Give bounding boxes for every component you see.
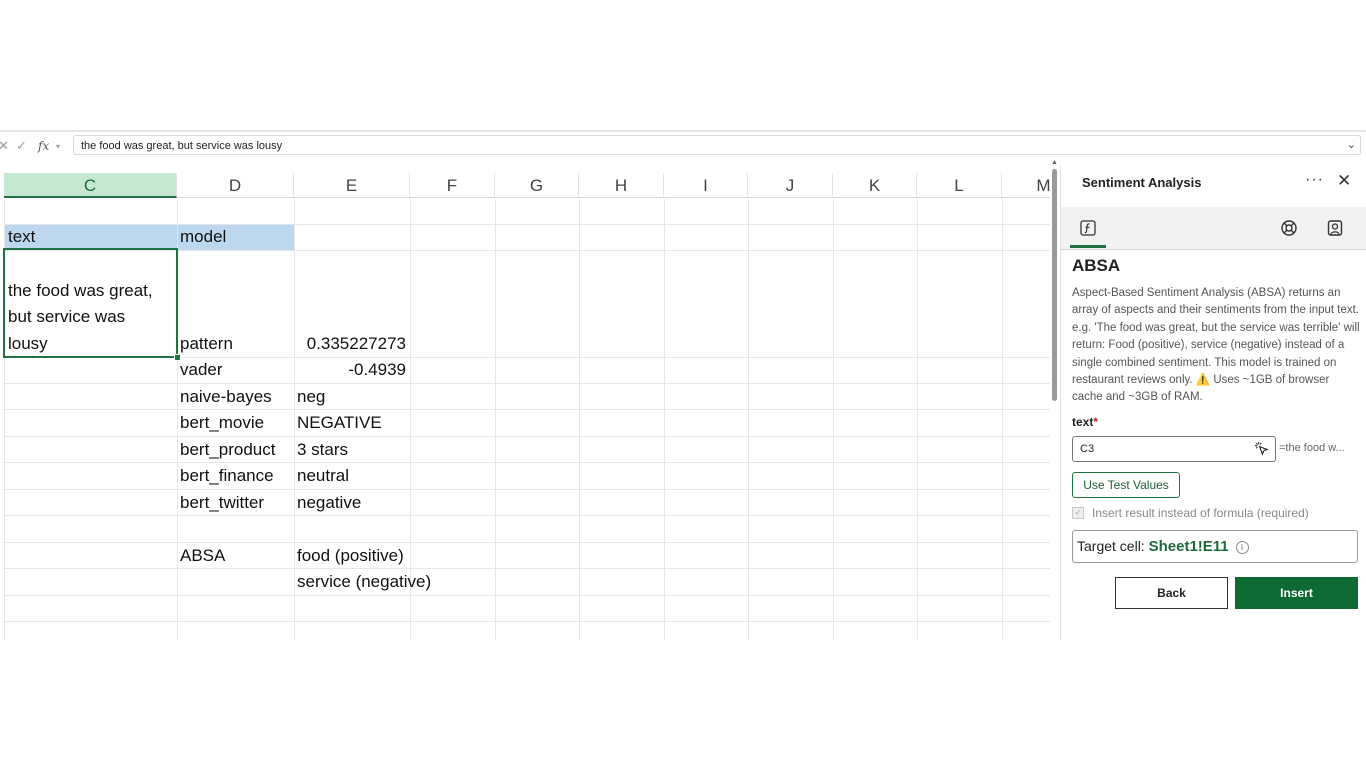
insert-result-label: Insert result instead of formula (requir… <box>1092 506 1309 520</box>
description-text: Aspect-Based Sentiment Analysis (ABSA) r… <box>1072 287 1360 387</box>
formula-input[interactable]: the food was great, but service was lous… <box>73 135 1361 155</box>
column-header-f[interactable]: F <box>410 173 495 198</box>
active-tab-indicator <box>1070 245 1106 248</box>
required-marker: * <box>1093 415 1099 429</box>
target-cell-box: Target cell: Sheet1!E11 i <box>1072 530 1358 563</box>
text-field-label: text* <box>1072 415 1098 429</box>
cancel-icon[interactable]: ✕ <box>0 138 12 154</box>
column-header-m[interactable]: M <box>1002 173 1050 198</box>
text-range-value: C3 <box>1080 443 1095 455</box>
column-header-g[interactable]: G <box>495 173 579 198</box>
row-line <box>4 568 1050 569</box>
column-line <box>833 199 834 640</box>
close-icon[interactable]: ✕ <box>1337 171 1351 191</box>
more-options-icon[interactable]: ··· <box>1305 171 1324 189</box>
cell-e9[interactable]: negative <box>297 493 361 513</box>
row-line <box>4 436 1050 437</box>
back-button[interactable]: Back <box>1115 577 1228 609</box>
row-line <box>4 409 1050 410</box>
column-header-e[interactable]: E <box>294 173 410 198</box>
account-icon[interactable] <box>1326 219 1344 237</box>
cell-e4[interactable]: -0.4939 <box>294 360 406 380</box>
panel-title: Sentiment Analysis <box>1082 175 1202 190</box>
cell-d3[interactable]: pattern <box>180 334 233 354</box>
column-header-k[interactable]: K <box>833 173 917 198</box>
target-cell-value[interactable]: Sheet1!E11 <box>1149 538 1229 555</box>
panel-tabs <box>1061 207 1366 250</box>
column-headers: C D E F G H I J K L M <box>0 173 1050 199</box>
cell-e6[interactable]: NEGATIVE <box>297 413 382 433</box>
cell-e7[interactable]: 3 stars <box>297 440 348 460</box>
model-description: Aspect-Based Sentiment Analysis (ABSA) r… <box>1072 285 1360 407</box>
text-label: text <box>1072 415 1094 429</box>
row-line <box>4 621 1050 622</box>
column-line <box>917 199 918 640</box>
vertical-scrollbar[interactable]: ▲ <box>1051 159 1058 640</box>
row-line <box>4 383 1050 384</box>
row-line <box>4 515 1050 516</box>
cell-e8[interactable]: neutral <box>297 466 349 486</box>
cell-e12[interactable]: service (negative) <box>297 572 431 592</box>
column-header-l[interactable]: L <box>917 173 1002 198</box>
chevron-down-icon[interactable]: ▾ <box>56 142 60 151</box>
row-line <box>4 595 1050 596</box>
spreadsheet-grid[interactable]: C D E F G H I J K L M text model the foo… <box>0 173 1050 640</box>
insert-result-checkbox[interactable]: ✓ <box>1072 507 1084 519</box>
enter-icon[interactable]: ✓ <box>16 138 36 154</box>
help-lifebuoy-icon[interactable] <box>1280 219 1298 237</box>
cell-picker-icon[interactable] <box>1254 441 1269 456</box>
cell-e11[interactable]: food (positive) <box>297 546 404 566</box>
cell-e3[interactable]: 0.335227273 <box>294 334 406 354</box>
cell-d6[interactable]: bert_movie <box>180 413 264 433</box>
row-line <box>4 542 1050 543</box>
target-cell-label: Target cell: <box>1077 538 1145 554</box>
tab-functions-icon[interactable] <box>1079 219 1097 237</box>
column-header-d[interactable]: D <box>177 173 294 198</box>
column-header-c[interactable]: C <box>4 173 177 198</box>
column-line <box>579 199 580 640</box>
active-cell-c3[interactable] <box>3 248 178 358</box>
row-line <box>4 489 1050 490</box>
column-header-i[interactable]: I <box>664 173 748 198</box>
formula-bar: ✕ ✓ fx ▾ the food was great, but service… <box>0 135 1362 157</box>
sentiment-analysis-panel: Sentiment Analysis ··· ✕ ABSA Aspect-Bas… <box>1060 165 1366 640</box>
info-icon[interactable]: i <box>1235 540 1249 554</box>
column-line <box>1002 199 1003 640</box>
cell-d11[interactable]: ABSA <box>180 546 225 566</box>
header-row-fill <box>4 224 294 250</box>
column-line <box>748 199 749 640</box>
text-value-preview: =the food w... <box>1279 442 1345 454</box>
ribbon-divider <box>0 130 1366 132</box>
cell-e5[interactable]: neg <box>297 387 325 407</box>
formula-bar-controls: ✕ ✓ fx ▾ <box>0 135 66 157</box>
column-line <box>495 199 496 640</box>
cell-c2[interactable]: text <box>8 227 35 247</box>
column-line <box>294 199 295 640</box>
warning-icon: ⚠️ <box>1195 374 1211 387</box>
cell-d7[interactable]: bert_product <box>180 440 275 460</box>
column-header-h[interactable]: H <box>579 173 664 198</box>
insert-button[interactable]: Insert <box>1235 577 1358 609</box>
cell-d5[interactable]: naive-bayes <box>180 387 272 407</box>
column-header-j[interactable]: J <box>748 173 833 198</box>
insert-function-icon[interactable]: fx <box>38 139 54 153</box>
scrollbar-thumb[interactable] <box>1052 169 1057 401</box>
row-line <box>4 224 1050 225</box>
column-line <box>664 199 665 640</box>
scroll-up-icon[interactable]: ▲ <box>1051 159 1058 166</box>
row-line <box>4 462 1050 463</box>
cell-d9[interactable]: bert_twitter <box>180 493 264 513</box>
use-test-values-button[interactable]: Use Test Values <box>1072 472 1180 498</box>
cell-d2[interactable]: model <box>180 227 226 247</box>
cell-d8[interactable]: bert_finance <box>180 466 274 486</box>
excel-app: ✕ ✓ fx ▾ the food was great, but service… <box>0 130 1366 640</box>
expand-formula-bar-icon[interactable]: ⌄ <box>1347 135 1356 155</box>
model-name: ABSA <box>1072 256 1121 275</box>
insert-result-checkbox-row: ✓ Insert result instead of formula (requ… <box>1072 506 1309 520</box>
text-range-input[interactable]: C3 <box>1072 436 1276 462</box>
cell-d4[interactable]: vader <box>180 360 223 380</box>
